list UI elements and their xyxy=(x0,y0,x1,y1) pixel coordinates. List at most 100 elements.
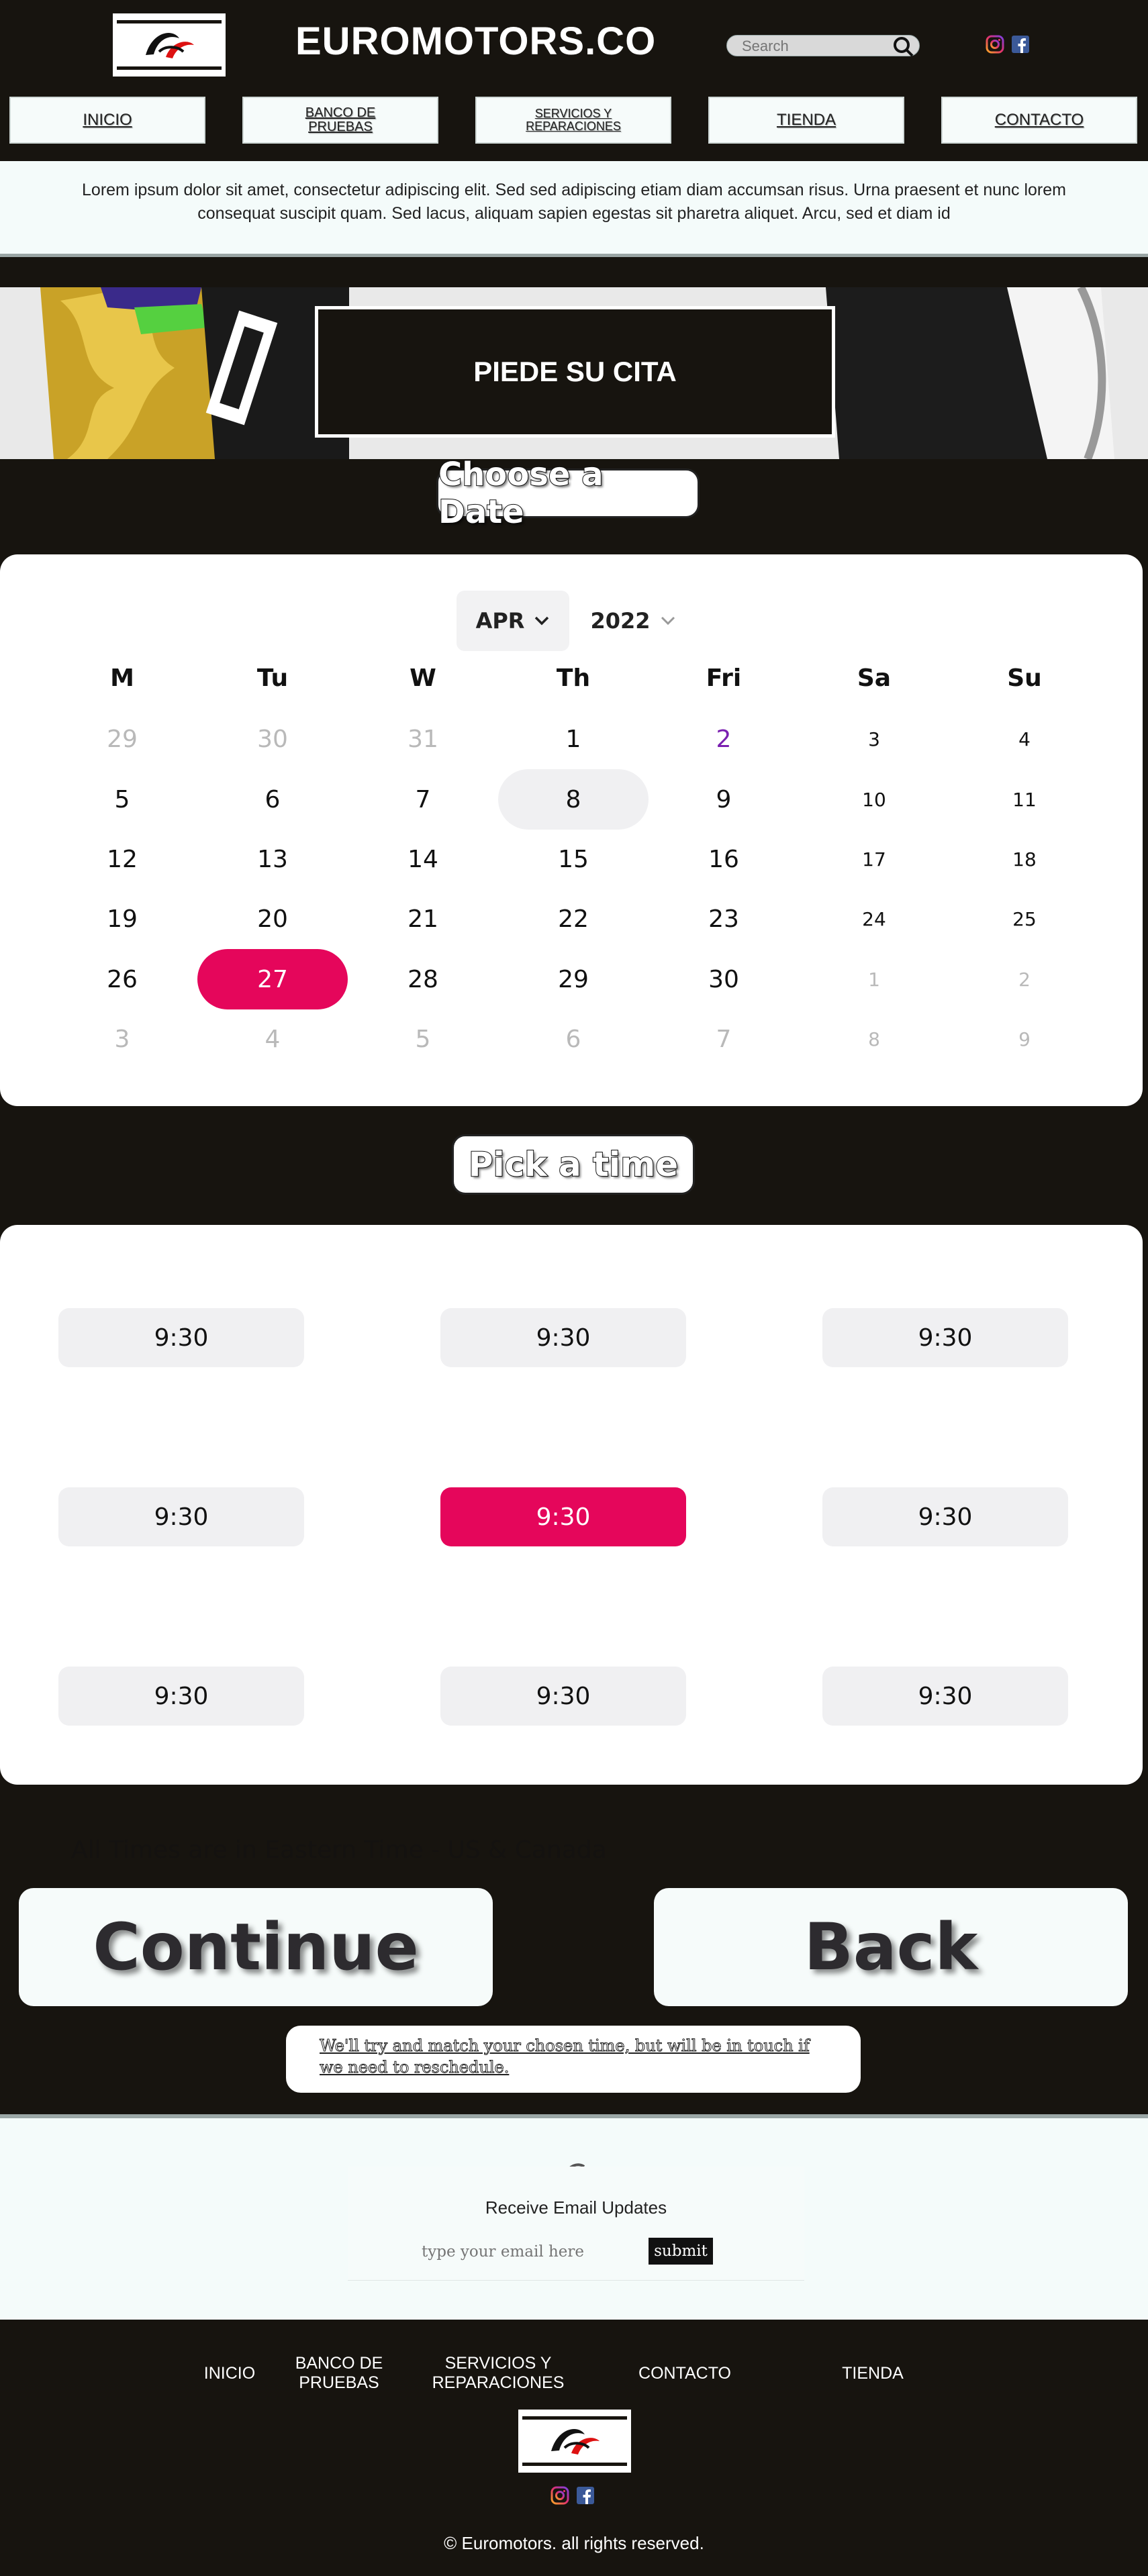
footer-link-banco[interactable]: BANCO DE PRUEBAS xyxy=(289,2354,389,2393)
footer-social-links xyxy=(551,2486,595,2505)
calendar-day[interactable]: 9 xyxy=(949,1009,1100,1069)
weekday-label: Fri xyxy=(706,664,742,692)
footer-link-inicio[interactable]: INICIO xyxy=(189,2364,270,2383)
calendar-day[interactable]: 5 xyxy=(348,1009,498,1069)
time-slot[interactable]: 9:30 xyxy=(58,1667,304,1726)
reschedule-notice: We'll try and match your chosen time, bu… xyxy=(286,2026,861,2093)
social-links xyxy=(986,35,1030,54)
time-slot[interactable]: 9:30 xyxy=(440,1308,686,1367)
calendar-day[interactable]: 8 xyxy=(799,1009,949,1069)
calendar-day[interactable]: 7 xyxy=(348,769,498,830)
calendar-day[interactable]: 3 xyxy=(47,1009,197,1069)
time-slot[interactable]: 9:30 xyxy=(58,1487,304,1546)
calendar-day[interactable]: 21 xyxy=(348,889,498,949)
time-slot[interactable]: 9:30 xyxy=(822,1487,1068,1546)
calendar-day[interactable]: 29 xyxy=(498,949,649,1009)
facebook-icon[interactable] xyxy=(576,2486,595,2505)
site-brand: EUROMOTORS.CO xyxy=(295,19,657,63)
calendar-day[interactable]: 23 xyxy=(649,889,799,949)
instagram-icon[interactable] xyxy=(986,35,1004,54)
calendar-day[interactable]: 29 xyxy=(47,709,197,769)
pick-time-heading: Pick a time xyxy=(452,1134,695,1195)
time-slot[interactable]: 9:30 xyxy=(58,1308,304,1367)
chevron-down-icon xyxy=(535,616,549,626)
calendar-day[interactable]: 16 xyxy=(649,829,799,889)
email-field[interactable] xyxy=(422,2239,616,2265)
nav-banco-de-pruebas[interactable]: BANCO DE PRUEBAS xyxy=(242,97,438,144)
calendar-day[interactable]: 3 xyxy=(799,709,949,769)
calendar-day[interactable]: 25 xyxy=(949,889,1100,949)
calendar-day[interactable]: 19 xyxy=(47,889,197,949)
calendar-day[interactable]: 1 xyxy=(799,949,949,1009)
calendar-day[interactable]: 24 xyxy=(799,889,949,949)
calendar-day[interactable]: 14 xyxy=(348,829,498,889)
nav-contacto[interactable]: CONTACTO xyxy=(941,97,1137,144)
facebook-icon[interactable] xyxy=(1011,35,1030,54)
book-appointment-button[interactable]: PIEDE SU CITA xyxy=(315,306,835,438)
divider xyxy=(0,254,1148,257)
footer-link-servicios[interactable]: SERVICIOS Y REPARACIONES xyxy=(430,2354,567,2393)
calendar-day[interactable]: 30 xyxy=(197,709,348,769)
calendar-day[interactable]: 4 xyxy=(949,709,1100,769)
calendar-day[interactable]: 31 xyxy=(348,709,498,769)
instagram-icon[interactable] xyxy=(551,2486,569,2505)
calendar-day-selected[interactable]: 27 xyxy=(197,949,348,1009)
search-icon[interactable] xyxy=(891,34,915,58)
calendar-day[interactable]: 2 xyxy=(649,709,799,769)
calendar-day[interactable]: 13 xyxy=(197,829,348,889)
calendar-day[interactable]: 10 xyxy=(799,769,949,830)
month-select[interactable]: APR xyxy=(457,591,569,651)
footer-link-tienda[interactable]: TIENDA xyxy=(806,2364,940,2383)
newsletter-section: Receive Email Updates submit xyxy=(0,2118,1148,2320)
submit-button[interactable]: submit xyxy=(649,2238,713,2265)
calendar-day-today[interactable]: 8 xyxy=(498,769,649,830)
calendar-day[interactable]: 26 xyxy=(47,949,197,1009)
calendar-day[interactable]: 18 xyxy=(949,829,1100,889)
time-slot[interactable]: 9:30 xyxy=(822,1308,1068,1367)
calendar-day[interactable]: 30 xyxy=(649,949,799,1009)
month-value: APR xyxy=(475,608,525,634)
time-slot[interactable]: 9:30 xyxy=(440,1667,686,1726)
chevron-down-icon xyxy=(661,616,675,626)
timezone-note: All Times are in Eastern Time - US & Can… xyxy=(71,1836,607,1864)
newsletter-form: Receive Email Updates submit xyxy=(348,2167,804,2281)
time-slot[interactable]: 9:30 xyxy=(822,1667,1068,1726)
weekday-label: Tu xyxy=(256,664,289,692)
calendar-day[interactable]: 12 xyxy=(47,829,197,889)
nav-servicios-label: SERVICIOS Y REPARACIONES xyxy=(526,107,621,133)
calendar-day[interactable]: 9 xyxy=(649,769,799,830)
calendar-day[interactable]: 11 xyxy=(949,769,1100,830)
choose-date-heading: Choose a Date xyxy=(436,455,700,532)
year-value: 2022 xyxy=(590,608,651,634)
copyright: © Euromotors. all rights reserved. xyxy=(444,2533,704,2553)
weekday-label: W xyxy=(410,664,436,692)
calendar-day[interactable]: 17 xyxy=(799,829,949,889)
time-slot-selected[interactable]: 9:30 xyxy=(440,1487,686,1546)
calendar-day[interactable]: 6 xyxy=(498,1009,649,1069)
calendar-day[interactable]: 28 xyxy=(348,949,498,1009)
year-select[interactable]: 2022 xyxy=(583,591,683,651)
site-logo[interactable] xyxy=(113,13,226,77)
back-button[interactable]: Back xyxy=(654,1888,1128,2006)
calendar-day[interactable]: 15 xyxy=(498,829,649,889)
calendar-day[interactable]: 20 xyxy=(197,889,348,949)
calendar: APR 2022 M Tu W Th Fri Sa Su 29 30 31 1 2 3 4 5… xyxy=(0,554,1143,1106)
nav-servicios[interactable]: SERVICIOS Y REPARACIONES xyxy=(475,97,671,144)
calendar-day[interactable]: 1 xyxy=(498,709,649,769)
calendar-day[interactable]: 7 xyxy=(649,1009,799,1069)
continue-button[interactable]: Continue xyxy=(19,1888,493,2006)
newsletter-title: Receive Email Updates xyxy=(485,2197,667,2218)
search-box xyxy=(726,34,920,58)
calendar-day[interactable]: 22 xyxy=(498,889,649,949)
footer-logo[interactable] xyxy=(518,2410,631,2473)
nav-inicio[interactable]: INICIO xyxy=(9,97,205,144)
intro-text: Lorem ipsum dolor sit amet, consectetur … xyxy=(82,181,1066,223)
nav-tienda[interactable]: TIENDA xyxy=(708,97,904,144)
footer-link-contacto[interactable]: CONTACTO xyxy=(618,2364,752,2383)
calendar-day[interactable]: 4 xyxy=(197,1009,348,1069)
calendar-day[interactable]: 6 xyxy=(197,769,348,830)
weekday-label: Su xyxy=(1007,664,1042,692)
calendar-day[interactable]: 2 xyxy=(949,949,1100,1009)
calendar-day[interactable]: 5 xyxy=(47,769,197,830)
search-input[interactable] xyxy=(742,38,890,54)
